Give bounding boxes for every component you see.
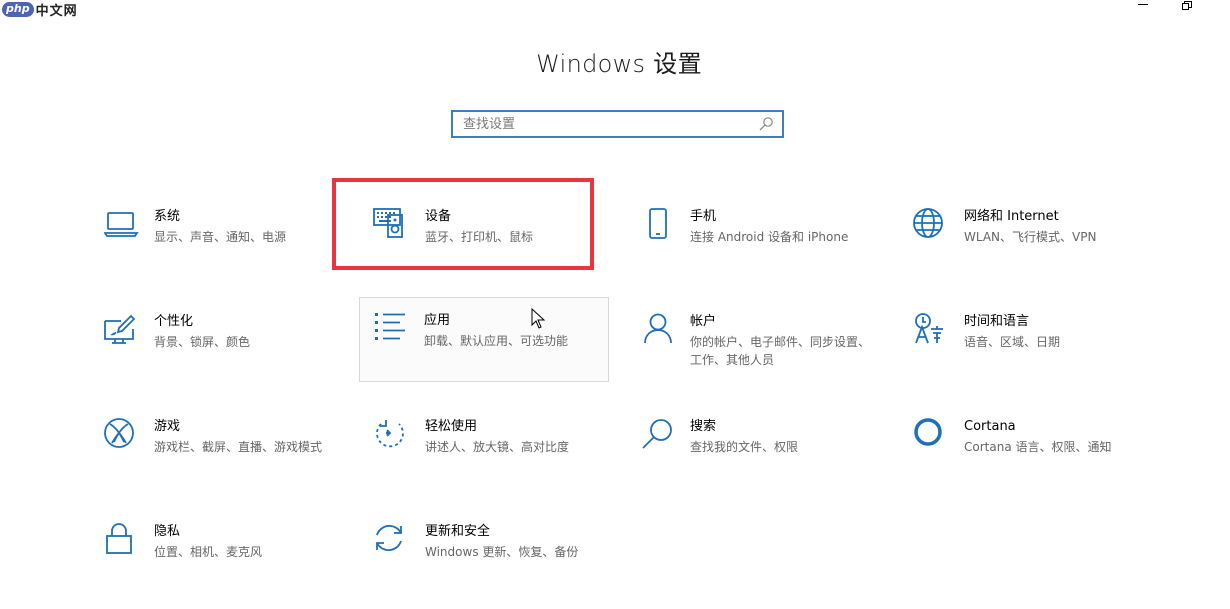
tile-subtitle: 连接 Android 设备和 iPhone bbox=[690, 230, 849, 244]
tile-subtitle: 游戏栏、截屏、直播、游戏模式 bbox=[154, 440, 323, 454]
watermark-text: 中文网 bbox=[35, 3, 78, 19]
tile-title: 个性化 bbox=[154, 314, 194, 329]
tile-title: 手机 bbox=[690, 209, 717, 224]
tile-title: 游戏 bbox=[154, 419, 181, 434]
ease-of-access-icon bbox=[376, 420, 404, 448]
mouse-cursor-icon bbox=[531, 308, 545, 329]
tile-title: 轻松使用 bbox=[425, 419, 478, 434]
highlight-box bbox=[332, 178, 594, 270]
tile-cortana[interactable]: Cortana Cortana 语言、权限、通知 bbox=[912, 418, 1160, 502]
paint-brush-icon bbox=[104, 314, 136, 344]
tile-title: 应用 bbox=[424, 313, 451, 328]
tile-search[interactable]: 搜索 查找我的文件、权限 bbox=[640, 418, 888, 502]
tile-phone[interactable]: 手机 连接 Android 设备和 iPhone bbox=[640, 208, 888, 292]
phone-icon bbox=[649, 208, 667, 239]
app-list-icon bbox=[375, 313, 405, 340]
tile-update-security[interactable]: 更新和安全 Windows 更新、恢复、备份 bbox=[373, 523, 621, 607]
tile-title: 时间和语言 bbox=[964, 314, 1030, 329]
tile-ease-of-access[interactable]: 轻松使用 讲述人、放大镜、高对比度 bbox=[373, 418, 621, 502]
search-input[interactable] bbox=[453, 112, 758, 136]
tile-subtitle: 位置、相机、麦克风 bbox=[154, 545, 263, 559]
magnifier-icon bbox=[642, 419, 672, 449]
tile-subtitle: 语音、区域、日期 bbox=[964, 335, 1061, 349]
tile-subtitle: 查找我的文件、权限 bbox=[690, 440, 799, 454]
xbox-icon bbox=[104, 418, 134, 448]
tile-apps[interactable]: 应用 卸载、默认应用、可选功能 bbox=[359, 297, 609, 382]
tile-title: 帐户 bbox=[690, 314, 717, 329]
globe-icon bbox=[913, 208, 943, 238]
time-language-icon bbox=[915, 313, 943, 344]
cortana-ring-icon bbox=[914, 418, 942, 446]
tile-gaming[interactable]: 游戏 游戏栏、截屏、直播、游戏模式 bbox=[104, 418, 352, 502]
tile-subtitle: 显示、声音、通知、电源 bbox=[154, 230, 287, 244]
tile-subtitle: 讲述人、放大镜、高对比度 bbox=[425, 440, 570, 454]
tile-subtitle: WLAN、飞行模式、VPN bbox=[964, 230, 1097, 244]
tile-title: 系统 bbox=[154, 209, 181, 224]
tile-title: Cortana bbox=[964, 419, 1016, 434]
person-icon bbox=[644, 313, 672, 344]
tile-subtitle: 背景、锁屏、颜色 bbox=[154, 335, 251, 349]
minimize-button[interactable] bbox=[1138, 4, 1148, 5]
tile-personalization[interactable]: 个性化 背景、锁屏、颜色 bbox=[104, 313, 352, 397]
tile-title: 搜索 bbox=[690, 419, 717, 434]
tile-subtitle: 你的帐户、电子邮件、同步设置、工作、其他人员 bbox=[690, 335, 871, 367]
tile-network[interactable]: 网络和 Internet WLAN、飞行模式、VPN bbox=[912, 208, 1160, 292]
tile-subtitle: Windows 更新、恢复、备份 bbox=[425, 545, 579, 559]
php-watermark: php 中文网 bbox=[2, 0, 78, 19]
tile-subtitle: 卸载、默认应用、可选功能 bbox=[424, 334, 569, 348]
watermark-badge: php bbox=[2, 1, 34, 17]
tile-system[interactable]: 系统 显示、声音、通知、电源 bbox=[104, 208, 352, 292]
tile-title: 更新和安全 bbox=[425, 524, 491, 539]
tile-time-language[interactable]: 时间和语言 语音、区域、日期 bbox=[912, 313, 1160, 397]
update-sync-icon bbox=[376, 524, 402, 552]
tile-accounts[interactable]: 帐户 你的帐户、电子邮件、同步设置、工作、其他人员 bbox=[640, 313, 888, 397]
tile-subtitle: Cortana 语言、权限、通知 bbox=[964, 440, 1112, 454]
tile-title: 隐私 bbox=[154, 524, 181, 539]
restore-button[interactable] bbox=[1182, 1, 1192, 10]
lock-icon bbox=[106, 523, 132, 554]
search-box[interactable] bbox=[451, 110, 784, 138]
page-title: Windows 设置 bbox=[536, 50, 702, 78]
tile-title: 网络和 Internet bbox=[964, 209, 1059, 224]
tile-privacy[interactable]: 隐私 位置、相机、麦克风 bbox=[104, 523, 352, 607]
search-icon bbox=[759, 117, 773, 131]
laptop-icon bbox=[104, 212, 139, 237]
